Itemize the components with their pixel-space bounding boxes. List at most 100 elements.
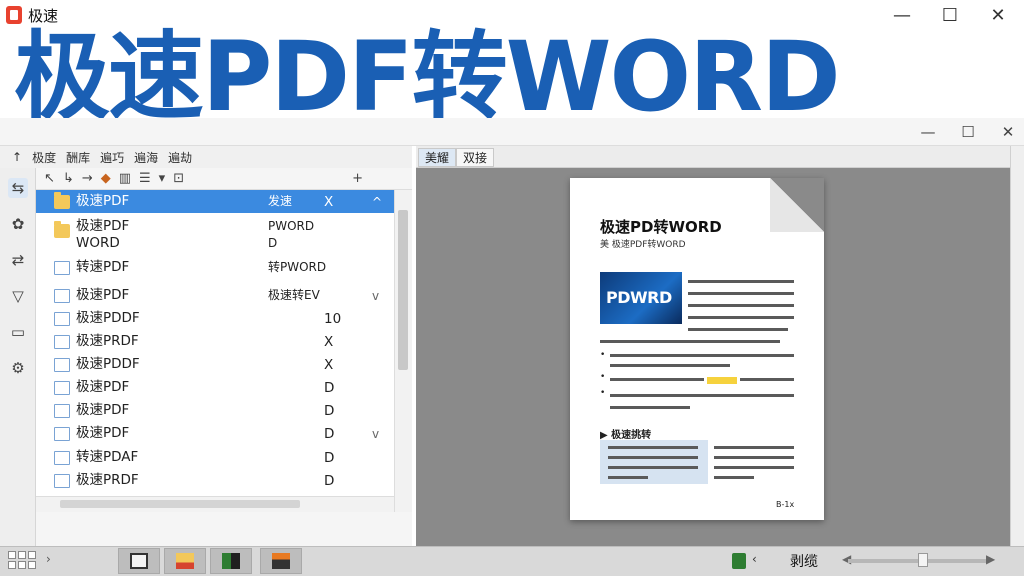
taskbar-app-2[interactable] bbox=[164, 548, 206, 574]
file-icon bbox=[54, 451, 70, 465]
list-item-value: D bbox=[324, 402, 335, 419]
list-view-icon[interactable]: ☰ bbox=[139, 171, 151, 186]
file-icon bbox=[54, 261, 70, 275]
text-line bbox=[610, 364, 730, 367]
close-button[interactable]: ✕ bbox=[978, 2, 1018, 28]
list-item-name: 极速PRDF bbox=[76, 472, 139, 488]
chevron-icon[interactable]: ^ bbox=[372, 195, 382, 209]
list-item[interactable]: 转速PDAF D bbox=[36, 446, 394, 469]
inner-minimize-button[interactable]: — bbox=[910, 120, 946, 144]
transfer-icon[interactable]: ⇄ bbox=[8, 250, 28, 270]
file-icon bbox=[54, 358, 70, 372]
list-item[interactable]: 极速PRDF X bbox=[36, 330, 394, 353]
text-line bbox=[608, 466, 698, 469]
list-item-name: 转速PDF bbox=[76, 259, 130, 275]
text-line bbox=[610, 354, 794, 357]
file-icon bbox=[54, 289, 70, 303]
list-item-value: D bbox=[324, 379, 335, 396]
chevron-icon[interactable]: v bbox=[372, 289, 379, 303]
document-page-number: B-1x bbox=[776, 500, 795, 509]
folder-icon bbox=[176, 553, 194, 569]
excel-icon[interactable] bbox=[732, 553, 746, 569]
menu-item-2[interactable]: 遍巧 bbox=[100, 149, 124, 166]
list-item[interactable]: 极速PDDF 10 bbox=[36, 307, 394, 330]
select-icon[interactable]: ↖ bbox=[44, 171, 55, 186]
file-icon bbox=[54, 381, 70, 395]
list-item-value: D bbox=[324, 472, 335, 489]
columns-icon[interactable]: ▥ bbox=[119, 171, 131, 186]
list-item[interactable]: 转速PDF 转PWORD bbox=[36, 256, 394, 279]
gear-icon[interactable]: ⚙ bbox=[8, 358, 28, 378]
list-item[interactable]: 极速PDF WORD PWORD D bbox=[36, 216, 394, 254]
add-icon[interactable]: + bbox=[352, 171, 363, 186]
text-line bbox=[714, 476, 754, 479]
slider-right-arrow-icon[interactable]: ▶ bbox=[986, 552, 995, 566]
convert-icon[interactable]: ⇆ bbox=[8, 178, 28, 198]
menu-item-4[interactable]: 遍劫 bbox=[168, 149, 192, 166]
list-item[interactable]: 极速PDF 发速 X ^ bbox=[36, 190, 394, 213]
redo-icon[interactable]: ↳ bbox=[63, 171, 74, 186]
zoom-icon[interactable]: ⊡ bbox=[173, 171, 184, 186]
taskbar-app-1[interactable] bbox=[118, 548, 160, 574]
tag-icon[interactable]: ◆ bbox=[101, 171, 111, 186]
document-subtitle: 美 极速PDF转WORD bbox=[600, 240, 686, 250]
menu-item-0[interactable]: 极度 bbox=[32, 149, 56, 166]
inner-maximize-button[interactable]: ☐ bbox=[950, 120, 986, 144]
file-icon bbox=[54, 474, 70, 488]
text-line bbox=[608, 446, 698, 449]
bullet-icon: • bbox=[600, 388, 606, 398]
list-item-value: X bbox=[324, 333, 334, 350]
menu-item-1[interactable]: 酬库 bbox=[66, 149, 90, 166]
tab-0[interactable]: 美耀 bbox=[418, 148, 457, 167]
list-item-name: 极速PDDF bbox=[76, 310, 140, 326]
list-item-name: 极速PDF bbox=[76, 402, 130, 418]
text-line bbox=[714, 456, 794, 459]
text-line bbox=[608, 476, 648, 479]
list-item-value: D bbox=[324, 449, 335, 466]
document-thumbnail-text: PDWRD bbox=[606, 288, 672, 307]
inner-close-button[interactable]: ✕ bbox=[990, 120, 1024, 144]
start-grid-icon[interactable] bbox=[8, 551, 36, 571]
bullet-icon: • bbox=[600, 372, 606, 382]
preview-scrollbar[interactable] bbox=[1010, 146, 1024, 546]
filter-icon[interactable]: ▽ bbox=[8, 286, 28, 306]
taskbar-app-3[interactable] bbox=[210, 548, 252, 574]
chevron-right-icon[interactable]: › bbox=[46, 552, 51, 566]
list-item[interactable]: 极速PDF Dv bbox=[36, 422, 394, 445]
dropdown-icon[interactable]: ▾ bbox=[159, 171, 166, 186]
list-item[interactable]: 极速PDDF X bbox=[36, 353, 394, 376]
back-icon[interactable]: ↑ bbox=[12, 150, 22, 164]
list-item[interactable]: 极速PDF D bbox=[36, 399, 394, 422]
horizontal-scroll-thumb[interactable] bbox=[60, 500, 300, 508]
text-line bbox=[610, 406, 690, 409]
list-item-detail: 发速 bbox=[268, 194, 293, 208]
chevron-left-icon[interactable]: ‹ bbox=[752, 552, 757, 566]
panel-icon bbox=[272, 553, 290, 569]
status-text: 剥缆 bbox=[790, 554, 818, 570]
text-line bbox=[610, 378, 704, 381]
preview-tabs bbox=[416, 146, 1024, 168]
inner-title-bar bbox=[0, 118, 1024, 146]
forward-icon[interactable]: → bbox=[82, 171, 93, 186]
menu-bar: ↑ 极度 酬库 遍巧 遍海 遍劫 bbox=[0, 146, 412, 168]
toolbar: ↖ ↳ → ◆ ▥ ☰ ▾ ⊡ + bbox=[36, 168, 412, 190]
tab-1[interactable]: 双接 bbox=[456, 148, 495, 167]
document-icon[interactable]: ▭ bbox=[8, 322, 28, 342]
maximize-button[interactable]: ☐ bbox=[930, 2, 970, 28]
file-icon bbox=[54, 335, 70, 349]
list-item-name: 极速PDF bbox=[76, 425, 130, 441]
vertical-scroll-thumb[interactable] bbox=[398, 210, 408, 370]
chevron-icon[interactable]: v bbox=[372, 427, 379, 441]
taskbar-app-4[interactable] bbox=[260, 548, 302, 574]
zoom-slider-thumb[interactable] bbox=[918, 553, 928, 567]
text-line bbox=[688, 280, 794, 283]
list-item[interactable]: 极速PDF 极速转EV v bbox=[36, 284, 394, 307]
menu-item-3[interactable]: 遍海 bbox=[134, 149, 158, 166]
list-item[interactable]: 极速PRDF D bbox=[36, 469, 394, 492]
list-item[interactable]: 极速PDF D bbox=[36, 376, 394, 399]
list-item-name: 极速PDF bbox=[76, 193, 130, 209]
list-item-value: X bbox=[324, 193, 334, 210]
minimize-button[interactable]: — bbox=[882, 2, 922, 28]
page-fold-corner bbox=[770, 178, 824, 232]
settings-icon[interactable]: ✿ bbox=[8, 214, 28, 234]
